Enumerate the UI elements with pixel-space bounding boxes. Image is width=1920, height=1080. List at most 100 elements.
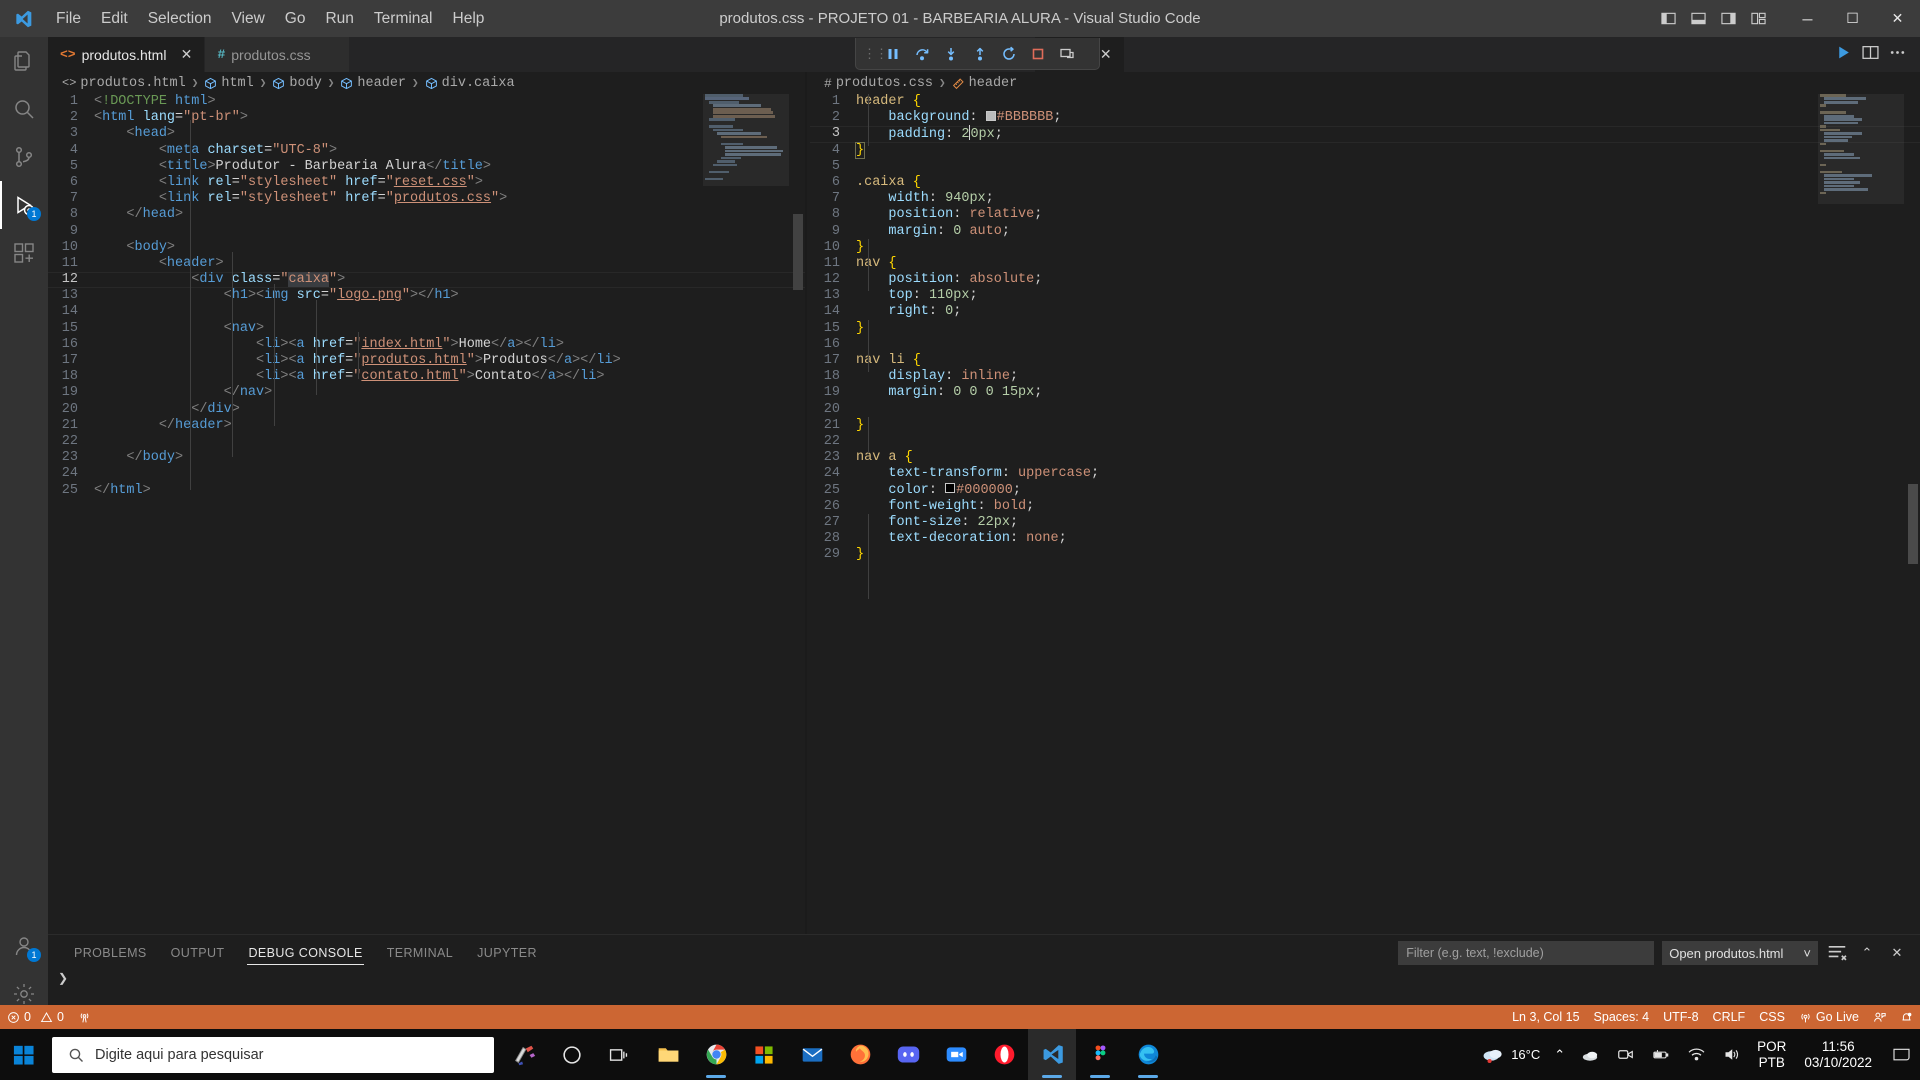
close-button[interactable]: ✕: [1875, 0, 1920, 37]
windows-start-icon: [13, 1045, 34, 1065]
tab-produtos-html[interactable]: <> produtos.html ✕: [48, 37, 206, 72]
tab-close-icon[interactable]: ✕: [1098, 46, 1114, 63]
html-code-content[interactable]: 1 <!DOCTYPE html> 2 <html lang="pt-br"> 3 …: [48, 94, 805, 934]
start-button[interactable]: [0, 1029, 48, 1080]
filter-input[interactable]: Filter (e.g. text, !exclude): [1398, 941, 1655, 965]
taskbar-mail[interactable]: [788, 1029, 836, 1080]
status-problems[interactable]: 0 0: [0, 1005, 71, 1029]
status-eol[interactable]: CRLF: [1706, 1005, 1753, 1029]
menu-selection[interactable]: Selection: [138, 0, 222, 37]
editor-group-divider[interactable]: [805, 72, 807, 934]
taskbar-search[interactable]: Digite aqui para pesquisar: [52, 1036, 494, 1073]
breadcrumb-symbol-body[interactable]: body: [272, 76, 322, 91]
tray-show-hidden-icons[interactable]: ⌃: [1547, 1029, 1572, 1080]
tab-jupyter[interactable]: JUPYTER: [465, 935, 549, 971]
menu-run[interactable]: Run: [315, 0, 363, 37]
taskbar-pinned-colors[interactable]: [500, 1029, 548, 1080]
tray-battery[interactable]: [1643, 1029, 1679, 1080]
debug-console-prompt-icon[interactable]: ❯: [48, 971, 1920, 985]
taskbar-microsoft-store[interactable]: [740, 1029, 788, 1080]
sidebar-item-explorer[interactable]: [0, 37, 48, 85]
breadcrumb-symbol-header[interactable]: header: [340, 76, 406, 91]
debug-session-select[interactable]: Open produtos.html ˅: [1662, 941, 1818, 965]
taskbar-vscode[interactable]: [1028, 1029, 1076, 1080]
status-encoding[interactable]: UTF-8: [1656, 1005, 1705, 1029]
toggle-secondary-sidebar-icon[interactable]: [1715, 6, 1741, 32]
css-code-content[interactable]: 1 header { 2 background: #BBBBBB; 3 paddi…: [810, 94, 1920, 934]
status-line-col[interactable]: Ln 3, Col 15: [1505, 1005, 1586, 1029]
sidebar-item-extensions[interactable]: [0, 229, 48, 277]
step-over-icon[interactable]: [909, 42, 935, 66]
status-ports[interactable]: [71, 1005, 98, 1029]
taskbar-zoom[interactable]: [932, 1029, 980, 1080]
breadcrumb-symbol-header[interactable]: header: [952, 76, 1017, 91]
step-out-icon[interactable]: [967, 42, 993, 66]
sidebar-item-source-control[interactable]: [0, 133, 48, 181]
taskbar-opera[interactable]: [980, 1029, 1028, 1080]
editor-produtos-css[interactable]: # produtos.css ❯ header 1 header { 2 back…: [810, 72, 1920, 934]
status-language-mode[interactable]: CSS: [1752, 1005, 1792, 1029]
editor-scrollbar-html[interactable]: [791, 94, 805, 934]
toggle-primary-sidebar-icon[interactable]: [1655, 6, 1681, 32]
editor-scrollbar-css[interactable]: [1906, 94, 1920, 934]
tray-meet-now[interactable]: [1608, 1029, 1643, 1080]
editor-produtos-html[interactable]: <> produtos.html ❯ html ❯ body ❯ header …: [48, 72, 805, 934]
toggle-panel-icon[interactable]: [1685, 6, 1711, 32]
more-actions-icon[interactable]: [1889, 44, 1906, 66]
taskbar-chrome[interactable]: [692, 1029, 740, 1080]
tray-action-center[interactable]: [1882, 1029, 1920, 1080]
taskbar-task-view[interactable]: [596, 1029, 644, 1080]
split-editor-icon[interactable]: [1862, 44, 1879, 66]
tray-input-language[interactable]: POR PTB: [1749, 1039, 1794, 1071]
sidebar-item-run-and-debug[interactable]: 1: [0, 181, 48, 229]
maximize-button[interactable]: ☐: [1830, 0, 1875, 37]
tray-network[interactable]: [1679, 1029, 1714, 1080]
customize-layout-icon[interactable]: [1745, 6, 1771, 32]
tab-output[interactable]: OUTPUT: [159, 935, 237, 971]
stop-icon[interactable]: [1025, 42, 1051, 66]
taskbar-figma[interactable]: [1076, 1029, 1124, 1080]
menu-file[interactable]: File: [46, 0, 91, 37]
tab-terminal[interactable]: TERMINAL: [375, 935, 465, 971]
sidebar-item-accounts[interactable]: 1: [0, 922, 48, 970]
tray-weather[interactable]: 16°C: [1474, 1029, 1547, 1080]
clear-console-icon[interactable]: [1826, 942, 1848, 964]
menu-view[interactable]: View: [221, 0, 274, 37]
breadcrumb-symbol-html[interactable]: html: [204, 76, 254, 91]
taskbar-edge[interactable]: [1124, 1029, 1172, 1080]
menu-help[interactable]: Help: [443, 0, 495, 37]
breadcrumb-file[interactable]: <> produtos.html: [62, 76, 186, 91]
tray-onedrive[interactable]: [1572, 1029, 1608, 1080]
menu-terminal[interactable]: Terminal: [364, 0, 443, 37]
step-into-icon[interactable]: [938, 42, 964, 66]
status-indentation[interactable]: Spaces: 4: [1587, 1005, 1657, 1029]
pause-icon[interactable]: [880, 42, 906, 66]
minimize-button[interactable]: ─: [1785, 0, 1830, 37]
status-feedback[interactable]: [1866, 1005, 1893, 1029]
run-file-icon[interactable]: [1835, 44, 1852, 66]
tab-produtos-css[interactable]: # produtos.css: [205, 37, 350, 72]
grip-icon[interactable]: ⋮⋮: [863, 46, 888, 62]
status-notifications[interactable]: [1893, 1005, 1920, 1029]
tab-close-icon[interactable]: ✕: [178, 46, 194, 63]
restart-icon[interactable]: [996, 42, 1022, 66]
menu-go[interactable]: Go: [275, 0, 316, 37]
breadcrumb-file[interactable]: # produtos.css: [824, 76, 933, 91]
tab-problems[interactable]: PROBLEMS: [62, 935, 159, 971]
minimap-html[interactable]: [703, 94, 789, 934]
maximize-panel-icon[interactable]: ⌃: [1856, 942, 1878, 964]
taskbar-firefox[interactable]: [836, 1029, 884, 1080]
breadcrumb-symbol-div-caixa[interactable]: div.caixa: [425, 76, 515, 91]
tray-volume[interactable]: [1714, 1029, 1749, 1080]
taskbar-cortana[interactable]: [548, 1029, 596, 1080]
tray-clock[interactable]: 11:56 03/10/2022: [1794, 1039, 1882, 1071]
disconnect-icon[interactable]: [1054, 42, 1080, 66]
minimap-css[interactable]: [1818, 94, 1904, 934]
tab-debug-console[interactable]: DEBUG CONSOLE: [236, 935, 374, 971]
menu-edit[interactable]: Edit: [91, 0, 138, 37]
close-panel-icon[interactable]: ✕: [1886, 942, 1908, 964]
taskbar-discord[interactable]: [884, 1029, 932, 1080]
sidebar-item-search[interactable]: [0, 85, 48, 133]
taskbar-file-explorer[interactable]: [644, 1029, 692, 1080]
status-go-live[interactable]: Go Live: [1792, 1005, 1866, 1029]
